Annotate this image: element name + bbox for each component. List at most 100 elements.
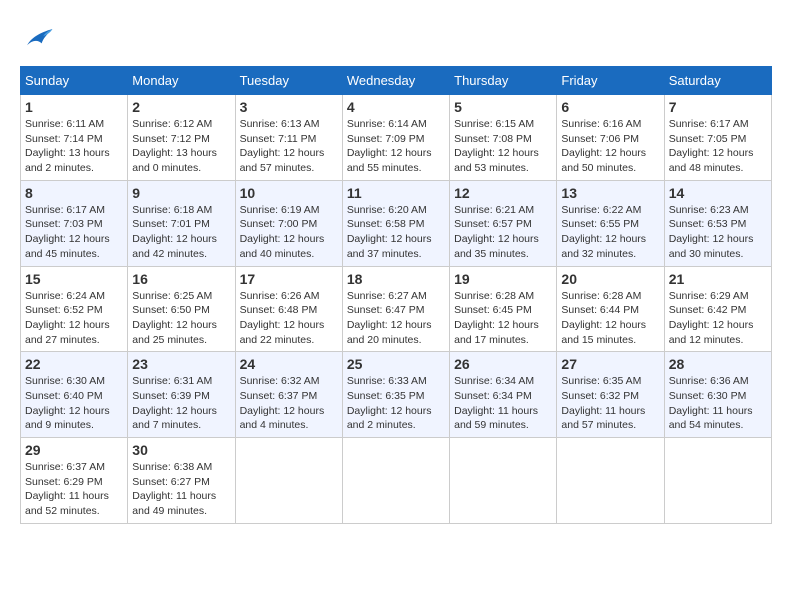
calendar-cell: 13 Sunrise: 6:22 AM Sunset: 6:55 PM Dayli… bbox=[557, 180, 664, 266]
day-number: 24 bbox=[240, 356, 338, 372]
day-info: Sunrise: 6:18 AM Sunset: 7:01 PM Dayligh… bbox=[132, 203, 230, 262]
calendar-cell: 7Sunrise: 6:17 AM Sunset: 7:05 PM Daylig… bbox=[664, 95, 771, 181]
col-header-saturday: Saturday bbox=[664, 67, 771, 95]
calendar-cell bbox=[450, 438, 557, 524]
day-number: 20 bbox=[561, 271, 659, 287]
calendar-cell: 23 Sunrise: 6:31 AM Sunset: 6:39 PM Dayli… bbox=[128, 352, 235, 438]
day-info: Sunrise: 6:32 AM Sunset: 6:37 PM Dayligh… bbox=[240, 374, 338, 433]
day-info: Sunrise: 6:11 AM Sunset: 7:14 PM Dayligh… bbox=[25, 117, 123, 176]
calendar-cell: 30 Sunrise: 6:38 AM Sunset: 6:27 PM Dayli… bbox=[128, 438, 235, 524]
day-info: Sunrise: 6:15 AM Sunset: 7:08 PM Dayligh… bbox=[454, 117, 552, 176]
calendar-cell: 11 Sunrise: 6:20 AM Sunset: 6:58 PM Dayli… bbox=[342, 180, 449, 266]
day-info: Sunrise: 6:23 AM Sunset: 6:53 PM Dayligh… bbox=[669, 203, 767, 262]
logo-icon bbox=[20, 20, 56, 56]
day-number: 16 bbox=[132, 271, 230, 287]
calendar-cell: 16Sunrise: 6:25 AM Sunset: 6:50 PM Dayli… bbox=[128, 266, 235, 352]
day-number: 23 bbox=[132, 356, 230, 372]
calendar-cell: 14Sunrise: 6:23 AM Sunset: 6:53 PM Dayli… bbox=[664, 180, 771, 266]
calendar-cell: 8 Sunrise: 6:17 AM Sunset: 7:03 PM Daylig… bbox=[21, 180, 128, 266]
day-info: Sunrise: 6:16 AM Sunset: 7:06 PM Dayligh… bbox=[561, 117, 659, 176]
calendar-cell: 15 Sunrise: 6:24 AM Sunset: 6:52 PM Dayli… bbox=[21, 266, 128, 352]
day-info: Sunrise: 6:35 AM Sunset: 6:32 PM Dayligh… bbox=[561, 374, 659, 433]
logo bbox=[20, 20, 60, 56]
day-number: 21 bbox=[669, 271, 767, 287]
day-info: Sunrise: 6:13 AM Sunset: 7:11 PM Dayligh… bbox=[240, 117, 338, 176]
col-header-sunday: Sunday bbox=[21, 67, 128, 95]
day-number: 25 bbox=[347, 356, 445, 372]
day-info: Sunrise: 6:33 AM Sunset: 6:35 PM Dayligh… bbox=[347, 374, 445, 433]
day-number: 1 bbox=[25, 99, 123, 115]
calendar-cell: 9 Sunrise: 6:18 AM Sunset: 7:01 PM Daylig… bbox=[128, 180, 235, 266]
calendar-cell: 17Sunrise: 6:26 AM Sunset: 6:48 PM Dayli… bbox=[235, 266, 342, 352]
calendar-cell bbox=[557, 438, 664, 524]
day-number: 7 bbox=[669, 99, 767, 115]
day-number: 30 bbox=[132, 442, 230, 458]
calendar-cell: 18Sunrise: 6:27 AM Sunset: 6:47 PM Dayli… bbox=[342, 266, 449, 352]
day-number: 27 bbox=[561, 356, 659, 372]
day-info: Sunrise: 6:20 AM Sunset: 6:58 PM Dayligh… bbox=[347, 203, 445, 262]
col-header-wednesday: Wednesday bbox=[342, 67, 449, 95]
day-info: Sunrise: 6:30 AM Sunset: 6:40 PM Dayligh… bbox=[25, 374, 123, 433]
day-number: 15 bbox=[25, 271, 123, 287]
calendar-table: SundayMondayTuesdayWednesdayThursdayFrid… bbox=[20, 66, 772, 524]
day-info: Sunrise: 6:37 AM Sunset: 6:29 PM Dayligh… bbox=[25, 460, 123, 519]
day-number: 11 bbox=[347, 185, 445, 201]
day-number: 2 bbox=[132, 99, 230, 115]
day-info: Sunrise: 6:28 AM Sunset: 6:45 PM Dayligh… bbox=[454, 289, 552, 348]
day-number: 18 bbox=[347, 271, 445, 287]
day-number: 10 bbox=[240, 185, 338, 201]
calendar-cell: 3Sunrise: 6:13 AM Sunset: 7:11 PM Daylig… bbox=[235, 95, 342, 181]
day-number: 19 bbox=[454, 271, 552, 287]
calendar-header-row: SundayMondayTuesdayWednesdayThursdayFrid… bbox=[21, 67, 772, 95]
day-number: 13 bbox=[561, 185, 659, 201]
calendar-cell: 24 Sunrise: 6:32 AM Sunset: 6:37 PM Dayli… bbox=[235, 352, 342, 438]
day-info: Sunrise: 6:34 AM Sunset: 6:34 PM Dayligh… bbox=[454, 374, 552, 433]
calendar-cell: 26 Sunrise: 6:34 AM Sunset: 6:34 PM Dayli… bbox=[450, 352, 557, 438]
calendar-cell: 25 Sunrise: 6:33 AM Sunset: 6:35 PM Dayli… bbox=[342, 352, 449, 438]
day-info: Sunrise: 6:24 AM Sunset: 6:52 PM Dayligh… bbox=[25, 289, 123, 348]
day-info: Sunrise: 6:21 AM Sunset: 6:57 PM Dayligh… bbox=[454, 203, 552, 262]
calendar-week-row: 15 Sunrise: 6:24 AM Sunset: 6:52 PM Dayli… bbox=[21, 266, 772, 352]
day-number: 12 bbox=[454, 185, 552, 201]
day-info: Sunrise: 6:12 AM Sunset: 7:12 PM Dayligh… bbox=[132, 117, 230, 176]
col-header-monday: Monday bbox=[128, 67, 235, 95]
day-number: 29 bbox=[25, 442, 123, 458]
day-info: Sunrise: 6:29 AM Sunset: 6:42 PM Dayligh… bbox=[669, 289, 767, 348]
calendar-week-row: 8 Sunrise: 6:17 AM Sunset: 7:03 PM Daylig… bbox=[21, 180, 772, 266]
day-info: Sunrise: 6:38 AM Sunset: 6:27 PM Dayligh… bbox=[132, 460, 230, 519]
calendar-cell: 20 Sunrise: 6:28 AM Sunset: 6:44 PM Dayli… bbox=[557, 266, 664, 352]
day-info: Sunrise: 6:22 AM Sunset: 6:55 PM Dayligh… bbox=[561, 203, 659, 262]
calendar-cell: 5Sunrise: 6:15 AM Sunset: 7:08 PM Daylig… bbox=[450, 95, 557, 181]
calendar-cell: 4Sunrise: 6:14 AM Sunset: 7:09 PM Daylig… bbox=[342, 95, 449, 181]
calendar-cell: 22 Sunrise: 6:30 AM Sunset: 6:40 PM Dayli… bbox=[21, 352, 128, 438]
day-info: Sunrise: 6:14 AM Sunset: 7:09 PM Dayligh… bbox=[347, 117, 445, 176]
day-number: 9 bbox=[132, 185, 230, 201]
day-info: Sunrise: 6:17 AM Sunset: 7:03 PM Dayligh… bbox=[25, 203, 123, 262]
col-header-thursday: Thursday bbox=[450, 67, 557, 95]
day-info: Sunrise: 6:36 AM Sunset: 6:30 PM Dayligh… bbox=[669, 374, 767, 433]
calendar-week-row: 29 Sunrise: 6:37 AM Sunset: 6:29 PM Dayli… bbox=[21, 438, 772, 524]
day-number: 22 bbox=[25, 356, 123, 372]
calendar-cell: 12 Sunrise: 6:21 AM Sunset: 6:57 PM Dayli… bbox=[450, 180, 557, 266]
calendar-cell: 1 Sunrise: 6:11 AM Sunset: 7:14 PM Daylig… bbox=[21, 95, 128, 181]
calendar-cell bbox=[664, 438, 771, 524]
calendar-cell: 21 Sunrise: 6:29 AM Sunset: 6:42 PM Dayli… bbox=[664, 266, 771, 352]
calendar-week-row: 1 Sunrise: 6:11 AM Sunset: 7:14 PM Daylig… bbox=[21, 95, 772, 181]
calendar-cell: 27 Sunrise: 6:35 AM Sunset: 6:32 PM Dayli… bbox=[557, 352, 664, 438]
day-number: 17 bbox=[240, 271, 338, 287]
day-number: 26 bbox=[454, 356, 552, 372]
calendar-cell bbox=[235, 438, 342, 524]
col-header-friday: Friday bbox=[557, 67, 664, 95]
day-number: 6 bbox=[561, 99, 659, 115]
calendar-body: 1 Sunrise: 6:11 AM Sunset: 7:14 PM Daylig… bbox=[21, 95, 772, 524]
calendar-cell: 6 Sunrise: 6:16 AM Sunset: 7:06 PM Daylig… bbox=[557, 95, 664, 181]
day-number: 8 bbox=[25, 185, 123, 201]
calendar-cell: 28 Sunrise: 6:36 AM Sunset: 6:30 PM Dayli… bbox=[664, 352, 771, 438]
day-info: Sunrise: 6:31 AM Sunset: 6:39 PM Dayligh… bbox=[132, 374, 230, 433]
col-header-tuesday: Tuesday bbox=[235, 67, 342, 95]
day-number: 28 bbox=[669, 356, 767, 372]
calendar-cell: 2 Sunrise: 6:12 AM Sunset: 7:12 PM Daylig… bbox=[128, 95, 235, 181]
page-header bbox=[20, 20, 772, 56]
calendar-cell bbox=[342, 438, 449, 524]
day-info: Sunrise: 6:28 AM Sunset: 6:44 PM Dayligh… bbox=[561, 289, 659, 348]
